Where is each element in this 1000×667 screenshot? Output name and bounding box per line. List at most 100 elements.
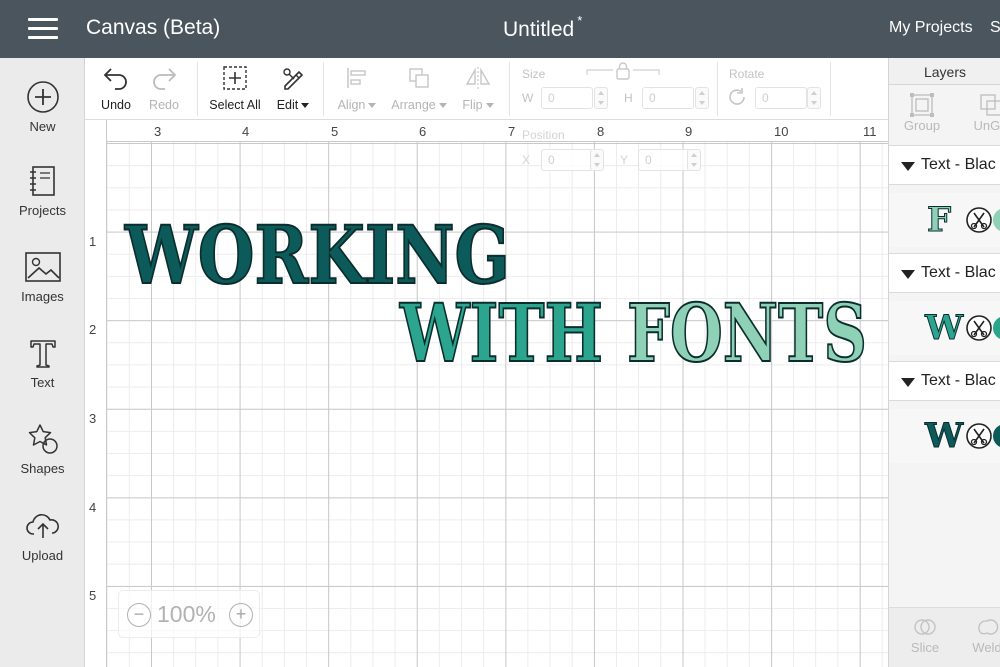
layer-row[interactable]: Text - Blac (889, 253, 1000, 293)
height-label: H (624, 91, 633, 105)
document-title[interactable]: Untitled * (503, 13, 583, 42)
cut-scissors-icon[interactable] (966, 207, 992, 233)
edit-dropdown[interactable]: Edit (273, 64, 313, 112)
rotate-stepper[interactable] (807, 87, 821, 109)
layer-name: Text - Blac (921, 264, 996, 281)
select-all-button[interactable]: Select All (207, 64, 263, 112)
slice-icon (914, 619, 936, 635)
text-t-icon (29, 340, 56, 368)
sidebar-item-projects[interactable]: Projects (0, 164, 85, 218)
sidebar-item-label: New (29, 119, 56, 134)
slice-button[interactable]: Slice (907, 614, 943, 655)
ungroup-button[interactable]: UnGr (969, 92, 1000, 133)
shapes-icon (28, 424, 58, 454)
left-sidebar: New Projects Images Text Shapes Upload (0, 58, 85, 667)
sidebar-item-label: Upload (21, 548, 64, 563)
flip-label: Flip (459, 98, 497, 112)
undo-label: Undo (101, 98, 131, 112)
cut-scissors-icon[interactable] (966, 423, 992, 449)
align-label: Align (333, 98, 381, 112)
sidebar-item-label: Shapes (20, 461, 65, 476)
zoom-in-button[interactable]: + (229, 603, 253, 627)
toolbar: Undo Redo Select All Edit Align Arrange … (85, 58, 888, 120)
cut-scissors-icon[interactable] (966, 315, 992, 341)
collapse-triangle-icon[interactable] (901, 270, 915, 279)
layers-title: Layers (889, 58, 1000, 85)
redo-icon (153, 68, 177, 90)
align-dropdown[interactable]: Align (333, 64, 381, 112)
weld-icon (978, 619, 999, 635)
unsaved-marker: * (577, 13, 583, 28)
flip-dropdown[interactable]: Flip (459, 64, 497, 112)
sidebar-item-images[interactable]: Images (0, 250, 85, 304)
chevron-down-icon (485, 103, 494, 109)
arrange-icon (409, 68, 429, 88)
width-input[interactable]: 0 (541, 87, 593, 109)
app-title: Canvas (Beta) (86, 16, 221, 39)
width-stepper[interactable] (594, 87, 608, 109)
my-projects-link[interactable]: My Projects (889, 19, 973, 37)
chevron-down-icon (368, 103, 377, 109)
text-fonts[interactable]: FONTS (626, 285, 868, 381)
align-icon (347, 68, 366, 88)
layer-glyph-preview: W (924, 308, 964, 348)
layer-glyph-preview: W (924, 416, 964, 456)
arrange-text: Arrange (391, 98, 436, 112)
layer-row[interactable]: Text - Blac (889, 145, 1000, 185)
redo-button[interactable]: Redo (147, 64, 181, 112)
toolbar-divider (830, 62, 831, 116)
layer-glyph-preview: F (926, 200, 952, 240)
layer-color-swatch[interactable] (993, 208, 1000, 232)
layer-item[interactable]: W (889, 301, 1000, 355)
group-button[interactable]: Group (901, 92, 943, 133)
edit-scissors-icon (283, 68, 304, 90)
layer-row[interactable]: Text - Blac (889, 361, 1000, 401)
weld-label: Weld (972, 640, 1000, 655)
sidebar-item-new[interactable]: New (0, 80, 85, 134)
lock-aspect-icon[interactable] (585, 61, 661, 81)
toolbar-divider (509, 62, 510, 116)
edit-label: Edit (273, 98, 313, 112)
undo-button[interactable]: Undo (99, 64, 133, 112)
save-button-partial[interactable]: S (990, 19, 1000, 37)
arrange-dropdown[interactable]: Arrange (389, 64, 449, 112)
redo-label: Redo (149, 98, 179, 112)
height-stepper[interactable] (695, 87, 709, 109)
text-with[interactable]: WITH (398, 285, 604, 381)
plus-circle-icon (26, 81, 59, 113)
cloud-upload-icon (25, 514, 59, 538)
zoom-control: − 100% + (118, 590, 260, 638)
select-all-label: Select All (209, 98, 261, 112)
rotate-label: Rotate (729, 67, 765, 81)
layer-item[interactable]: W (889, 409, 1000, 463)
toolbar-divider (717, 62, 718, 116)
sidebar-item-upload[interactable]: Upload (0, 509, 85, 563)
sidebar-item-shapes[interactable]: Shapes (0, 422, 85, 476)
top-bar: Canvas (Beta) Untitled * My Projects S (0, 0, 1000, 58)
group-label: Group (903, 118, 941, 133)
height-input[interactable]: 0 (642, 87, 694, 109)
rotate-input[interactable]: 0 (755, 87, 807, 109)
slice-label: Slice (910, 640, 940, 655)
design-canvas[interactable]: 3 4 5 6 7 8 9 10 11 1 2 3 4 5 Position X… (85, 120, 888, 667)
sidebar-item-text[interactable]: Text (0, 336, 85, 390)
size-label: Size (522, 67, 546, 81)
ungroup-icon (980, 94, 1000, 116)
weld-button[interactable]: Weld (967, 614, 1000, 655)
select-all-icon (223, 66, 247, 90)
sidebar-item-label: Text (30, 375, 55, 390)
collapse-triangle-icon[interactable] (901, 162, 915, 171)
group-icon (910, 93, 934, 117)
layer-name: Text - Blac (921, 372, 996, 389)
layer-item[interactable]: F (889, 193, 1000, 247)
width-label: W (522, 91, 534, 105)
toolbar-divider (197, 62, 198, 116)
collapse-triangle-icon[interactable] (901, 378, 915, 387)
sidebar-item-label: Images (21, 289, 64, 304)
zoom-out-button[interactable]: − (127, 603, 151, 627)
layer-color-swatch[interactable] (993, 316, 1000, 340)
image-icon (24, 252, 61, 282)
canvas-artwork[interactable]: WORKING WITH FONTS (85, 120, 888, 667)
layer-color-swatch[interactable] (993, 424, 1000, 448)
hamburger-menu-icon[interactable] (28, 18, 58, 40)
